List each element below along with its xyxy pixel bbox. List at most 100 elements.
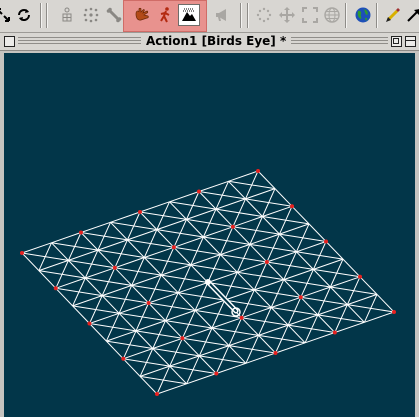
window-title: Action1 [Birds Eye] * — [141, 34, 292, 49]
grid-line — [80, 232, 128, 241]
dots-square-icon[interactable] — [80, 4, 102, 26]
toolbar-separator — [247, 3, 249, 28]
grid-vertex[interactable] — [273, 351, 278, 355]
toolbar — [0, 0, 419, 33]
window-close-button[interactable] — [4, 36, 15, 47]
grid-line — [279, 233, 327, 242]
bone-icon[interactable] — [103, 4, 125, 26]
grid-line — [102, 295, 149, 304]
grid-vertex[interactable] — [197, 189, 201, 194]
grid-line — [165, 320, 213, 329]
terrain-icon[interactable] — [178, 4, 200, 26]
window-zoom-button[interactable] — [391, 36, 402, 47]
grid-line — [161, 274, 208, 283]
grid-line — [55, 287, 103, 297]
grid-vertex[interactable] — [256, 169, 260, 173]
grid-line — [68, 259, 115, 269]
grid-line — [254, 289, 301, 298]
grid-line — [169, 201, 217, 210]
grid-line — [38, 270, 86, 279]
terrain-grid-canvas[interactable] — [4, 53, 415, 417]
diagonal-arrow-icon[interactable] — [403, 4, 419, 26]
grid-line — [237, 271, 284, 281]
grid-line — [245, 198, 293, 207]
grid-line — [288, 324, 335, 333]
walking-figure-icon[interactable] — [154, 4, 176, 26]
grid-line — [21, 252, 69, 261]
grid-vertex[interactable] — [214, 371, 219, 376]
birds-eye-viewport[interactable] — [4, 53, 415, 417]
grid-line — [199, 355, 246, 364]
toolbar-separator — [40, 3, 42, 28]
grid-vertex[interactable] — [121, 356, 126, 361]
grid-line — [169, 365, 217, 374]
grid-line — [317, 314, 365, 323]
grid-line — [249, 243, 297, 253]
grid-line — [266, 261, 314, 270]
grid-line — [135, 330, 183, 339]
grid-vertex[interactable] — [230, 224, 235, 229]
window-titlebar[interactable]: Action1 [Birds Eye] * — [0, 33, 419, 51]
grid-vertex[interactable] — [264, 260, 269, 264]
grid-line — [140, 375, 187, 385]
grid-line — [156, 229, 204, 238]
grid-line — [211, 327, 259, 336]
grid-line — [173, 246, 221, 256]
grid-line — [228, 180, 276, 190]
corners-icon[interactable] — [299, 4, 321, 26]
grid-line — [220, 254, 267, 263]
grid-line — [203, 236, 250, 245]
grid-line — [313, 268, 361, 278]
globe-icon[interactable] — [321, 4, 343, 26]
hand-grab-icon[interactable] — [131, 4, 153, 26]
grid-line — [97, 249, 145, 258]
window-collapse-button[interactable] — [405, 36, 416, 47]
toolbar-separator — [376, 3, 378, 28]
grid-vertex[interactable] — [358, 274, 362, 279]
toolbar-separator — [46, 3, 48, 28]
grid-vertex[interactable] — [146, 301, 151, 305]
grid-vertex[interactable] — [171, 245, 176, 250]
grid-line — [186, 218, 233, 228]
refresh-icon[interactable] — [13, 4, 35, 26]
grid-line — [110, 221, 157, 231]
grid-line — [182, 337, 230, 347]
grid-vertex[interactable] — [180, 336, 185, 341]
grid-line — [89, 323, 137, 332]
grid-vertex[interactable] — [112, 265, 117, 270]
fit-arrows-icon[interactable] — [0, 4, 14, 26]
grid-line — [198, 191, 246, 200]
grid-line — [114, 267, 162, 276]
pencil-icon[interactable] — [382, 4, 404, 26]
grid-vertex[interactable] — [138, 210, 142, 214]
grid-line — [144, 257, 191, 266]
grid-line — [241, 317, 289, 326]
grid-vertex[interactable] — [155, 392, 159, 396]
grid-line — [119, 312, 166, 322]
grid-vertex[interactable] — [290, 204, 294, 209]
earth-icon[interactable] — [352, 4, 374, 26]
grid-vertex[interactable] — [298, 295, 303, 300]
grid-line — [51, 242, 98, 251]
grid-vertex[interactable] — [79, 230, 83, 235]
megaphone-icon[interactable] — [211, 4, 233, 26]
grid-vertex[interactable] — [53, 286, 58, 291]
grid-line — [123, 358, 170, 367]
grid-vertex[interactable] — [87, 321, 92, 326]
grid-vertex[interactable] — [239, 315, 244, 320]
grid-vertex[interactable] — [392, 310, 396, 314]
grid-line — [148, 302, 196, 311]
grid-line — [127, 239, 174, 248]
grid-line — [232, 226, 280, 235]
select-dots-icon[interactable] — [253, 4, 275, 26]
grid-line — [296, 251, 344, 260]
grid-vertex[interactable] — [20, 251, 24, 255]
grid-vertex[interactable] — [332, 330, 337, 335]
grid-vertex[interactable] — [324, 239, 328, 244]
grid-line — [347, 304, 395, 313]
grid-line — [228, 345, 276, 354]
figure-grid-icon[interactable] — [56, 4, 78, 26]
grid-line — [85, 277, 132, 286]
grid-line — [190, 264, 238, 273]
move-cross-icon[interactable] — [276, 4, 298, 26]
